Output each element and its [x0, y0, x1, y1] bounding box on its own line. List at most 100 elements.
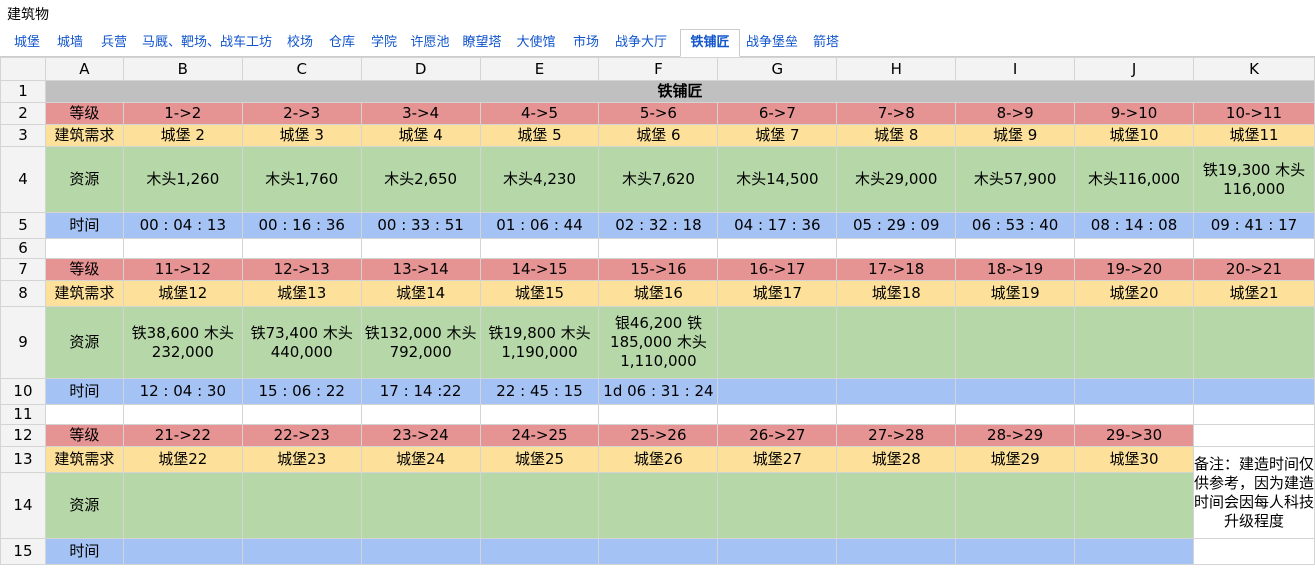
time-cell[interactable]: 00 : 16 : 36 [241, 212, 362, 239]
tab-14[interactable]: 战争堡垒 [741, 30, 803, 55]
empty-cell[interactable] [122, 238, 243, 259]
resource-cell[interactable] [1192, 306, 1315, 379]
empty-cell[interactable] [479, 238, 600, 259]
label-requirement[interactable]: 建筑需求 [44, 446, 124, 473]
time-cell[interactable] [241, 538, 362, 565]
empty-cell[interactable] [360, 238, 481, 259]
requirement-cell[interactable]: 城堡 5 [479, 124, 600, 147]
row-header-4[interactable]: 4 [0, 146, 46, 213]
time-cell[interactable]: 22 : 45 : 15 [479, 378, 600, 405]
tab-13[interactable]: 铁铺匠 [680, 29, 740, 57]
row-header-8[interactable]: 8 [0, 280, 46, 307]
requirement-cell[interactable]: 城堡25 [479, 446, 600, 473]
time-cell[interactable]: 06 : 53 : 40 [955, 212, 1076, 239]
sheet-title-cell[interactable]: 铁铺匠 [44, 80, 1315, 103]
level-cell[interactable]: 12->13 [241, 258, 362, 281]
empty-cell[interactable] [122, 404, 243, 425]
level-cell[interactable]: 16->17 [717, 258, 838, 281]
level-cell[interactable]: 10->11 [1192, 102, 1315, 125]
resource-cell[interactable] [360, 472, 481, 539]
resource-cell[interactable]: 木头29,000 [836, 146, 957, 213]
empty-cell[interactable] [1074, 404, 1194, 425]
resource-cell[interactable]: 木头116,000 [1074, 146, 1194, 213]
requirement-cell[interactable]: 城堡17 [717, 280, 838, 307]
level-cell[interactable]: 7->8 [836, 102, 957, 125]
tab-15[interactable]: 箭塔 [808, 30, 844, 55]
time-cell[interactable] [1074, 538, 1194, 565]
time-cell[interactable] [479, 538, 600, 565]
resource-cell[interactable] [1074, 306, 1194, 379]
empty-cell[interactable] [479, 404, 600, 425]
requirement-cell[interactable]: 城堡30 [1074, 446, 1194, 473]
level-cell[interactable]: 21->22 [122, 424, 243, 447]
time-cell[interactable] [717, 538, 838, 565]
resource-cell[interactable] [717, 306, 838, 379]
label-time[interactable]: 时间 [44, 538, 124, 565]
requirement-cell[interactable]: 城堡10 [1074, 124, 1194, 147]
requirement-cell[interactable]: 城堡29 [955, 446, 1076, 473]
requirement-cell[interactable]: 城堡23 [241, 446, 362, 473]
level-cell[interactable]: 9->10 [1074, 102, 1194, 125]
empty-cell[interactable] [836, 238, 957, 259]
requirement-cell[interactable]: 城堡19 [955, 280, 1076, 307]
requirement-cell[interactable]: 城堡22 [122, 446, 243, 473]
time-cell[interactable] [122, 538, 243, 565]
requirement-cell[interactable]: 城堡27 [717, 446, 838, 473]
level-cell[interactable]: 5->6 [598, 102, 719, 125]
resource-cell[interactable]: 铁19,800 木头 1,190,000 [479, 306, 600, 379]
time-cell[interactable] [360, 538, 481, 565]
level-cell[interactable]: 14->15 [479, 258, 600, 281]
tab-3[interactable]: 兵营 [95, 30, 133, 55]
level-cell[interactable]: 11->12 [122, 258, 243, 281]
requirement-cell[interactable]: 城堡20 [1074, 280, 1194, 307]
requirement-cell[interactable]: 城堡 2 [122, 124, 243, 147]
resource-cell[interactable] [479, 472, 600, 539]
time-cell[interactable] [717, 378, 838, 405]
time-cell[interactable]: 15 : 06 : 22 [241, 378, 362, 405]
empty-cell[interactable] [44, 238, 124, 259]
resource-cell[interactable]: 铁19,300 木头116,000 [1192, 146, 1315, 213]
time-cell[interactable]: 08 : 14 : 08 [1074, 212, 1194, 239]
resource-cell[interactable]: 铁73,400 木头 440,000 [241, 306, 362, 379]
level-cell[interactable]: 15->16 [598, 258, 719, 281]
empty-cell[interactable] [717, 404, 838, 425]
level-cell[interactable]: 24->25 [479, 424, 600, 447]
row-header-11[interactable]: 11 [0, 404, 46, 425]
resource-cell[interactable]: 木头57,900 [955, 146, 1076, 213]
empty-cell[interactable] [1192, 238, 1315, 259]
empty-cell[interactable] [955, 238, 1076, 259]
resource-cell[interactable] [598, 472, 719, 539]
select-all-corner[interactable] [0, 57, 46, 81]
level-cell[interactable]: 6->7 [717, 102, 838, 125]
level-cell[interactable]: 25->26 [598, 424, 719, 447]
label-level[interactable]: 等级 [44, 258, 124, 281]
time-cell[interactable] [836, 538, 957, 565]
level-cell[interactable]: 2->3 [241, 102, 362, 125]
column-header-D[interactable]: D [360, 57, 481, 81]
time-cell[interactable]: 1d 06 : 31 : 24 [598, 378, 719, 405]
empty-cell[interactable] [717, 238, 838, 259]
label-resource[interactable]: 资源 [44, 472, 124, 539]
resource-cell[interactable] [241, 472, 362, 539]
row-header-6[interactable]: 6 [0, 238, 46, 259]
requirement-cell[interactable]: 城堡24 [360, 446, 481, 473]
label-time[interactable]: 时间 [44, 212, 124, 239]
requirement-cell[interactable]: 城堡15 [479, 280, 600, 307]
empty-cell[interactable] [1192, 424, 1315, 447]
resource-cell[interactable]: 铁132,000 木头 792,000 [360, 306, 481, 379]
requirement-cell[interactable]: 城堡13 [241, 280, 362, 307]
level-cell[interactable]: 20->21 [1192, 258, 1315, 281]
empty-cell[interactable] [598, 404, 719, 425]
tab-8[interactable]: 许愿池 [407, 30, 453, 55]
requirement-cell[interactable]: 城堡12 [122, 280, 243, 307]
empty-cell[interactable] [955, 404, 1076, 425]
resource-cell[interactable] [836, 472, 957, 539]
tab-9[interactable]: 瞭望塔 [458, 30, 506, 55]
row-header-14[interactable]: 14 [0, 472, 46, 539]
tab-4[interactable]: 马厩、靶场、战车工坊 [137, 30, 277, 55]
label-resource[interactable]: 资源 [44, 306, 124, 379]
time-cell[interactable]: 17 : 14 :22 [360, 378, 481, 405]
resource-cell[interactable]: 木头2,650 [360, 146, 481, 213]
row-header-9[interactable]: 9 [0, 306, 46, 379]
level-cell[interactable]: 19->20 [1074, 258, 1194, 281]
